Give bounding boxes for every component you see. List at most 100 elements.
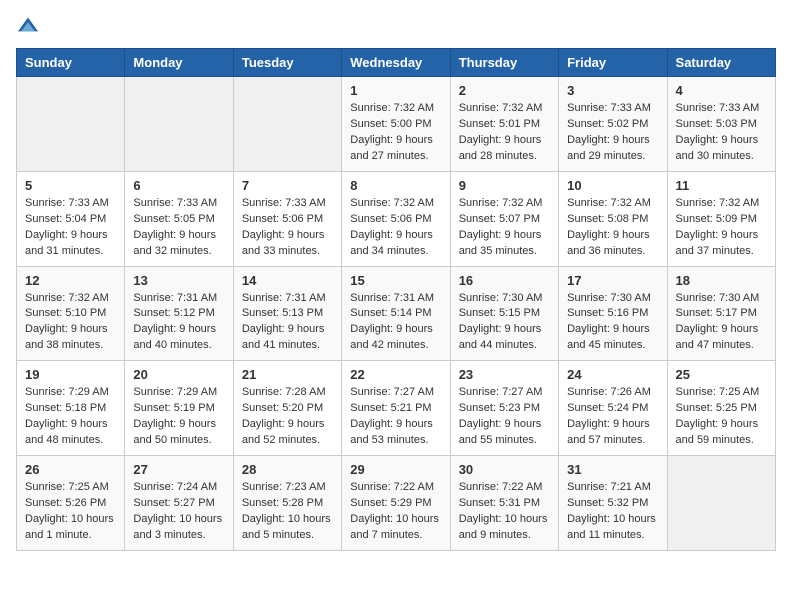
day-number: 10: [567, 178, 658, 193]
sunrise-label: Sunrise: 7:28 AM: [242, 386, 326, 398]
cell-content: Sunrise: 7:33 AM Sunset: 5:03 PM Dayligh…: [676, 101, 767, 165]
day-of-week-header: Tuesday: [233, 49, 341, 77]
sunrise-label: Sunrise: 7:33 AM: [567, 102, 651, 114]
calendar-cell: [233, 77, 341, 172]
calendar-cell: 11 Sunrise: 7:32 AM Sunset: 5:09 PM Dayl…: [667, 171, 775, 266]
calendar-cell: 25 Sunrise: 7:25 AM Sunset: 5:25 PM Dayl…: [667, 361, 775, 456]
sunset-label: Sunset: 5:01 PM: [459, 118, 540, 130]
cell-content: Sunrise: 7:25 AM Sunset: 5:26 PM Dayligh…: [25, 480, 116, 544]
day-number: 23: [459, 367, 550, 382]
cell-content: Sunrise: 7:30 AM Sunset: 5:16 PM Dayligh…: [567, 291, 658, 355]
day-number: 25: [676, 367, 767, 382]
day-number: 22: [350, 367, 441, 382]
daylight-label: Daylight: 9 hours and 35 minutes.: [459, 229, 542, 257]
day-number: 30: [459, 462, 550, 477]
daylight-label: Daylight: 9 hours and 37 minutes.: [676, 229, 759, 257]
day-number: 8: [350, 178, 441, 193]
day-number: 13: [133, 273, 224, 288]
sunrise-label: Sunrise: 7:30 AM: [567, 292, 651, 304]
sunset-label: Sunset: 5:28 PM: [242, 497, 323, 509]
daylight-label: Daylight: 9 hours and 27 minutes.: [350, 134, 433, 162]
sunset-label: Sunset: 5:14 PM: [350, 307, 431, 319]
sunrise-label: Sunrise: 7:26 AM: [567, 386, 651, 398]
daylight-label: Daylight: 9 hours and 45 minutes.: [567, 323, 650, 351]
daylight-label: Daylight: 9 hours and 31 minutes.: [25, 229, 108, 257]
cell-content: Sunrise: 7:32 AM Sunset: 5:07 PM Dayligh…: [459, 196, 550, 260]
day-number: 7: [242, 178, 333, 193]
sunrise-label: Sunrise: 7:33 AM: [133, 197, 217, 209]
calendar-cell: 2 Sunrise: 7:32 AM Sunset: 5:01 PM Dayli…: [450, 77, 558, 172]
sunrise-label: Sunrise: 7:32 AM: [567, 197, 651, 209]
sunset-label: Sunset: 5:03 PM: [676, 118, 757, 130]
calendar-table: SundayMondayTuesdayWednesdayThursdayFrid…: [16, 48, 776, 551]
sunrise-label: Sunrise: 7:32 AM: [676, 197, 760, 209]
calendar-week-row: 5 Sunrise: 7:33 AM Sunset: 5:04 PM Dayli…: [17, 171, 776, 266]
calendar-cell: 14 Sunrise: 7:31 AM Sunset: 5:13 PM Dayl…: [233, 266, 341, 361]
sunrise-label: Sunrise: 7:23 AM: [242, 481, 326, 493]
cell-content: Sunrise: 7:23 AM Sunset: 5:28 PM Dayligh…: [242, 480, 333, 544]
cell-content: Sunrise: 7:24 AM Sunset: 5:27 PM Dayligh…: [133, 480, 224, 544]
calendar-cell: 28 Sunrise: 7:23 AM Sunset: 5:28 PM Dayl…: [233, 456, 341, 551]
cell-content: Sunrise: 7:21 AM Sunset: 5:32 PM Dayligh…: [567, 480, 658, 544]
calendar-cell: [125, 77, 233, 172]
calendar-cell: 23 Sunrise: 7:27 AM Sunset: 5:23 PM Dayl…: [450, 361, 558, 456]
calendar-cell: 17 Sunrise: 7:30 AM Sunset: 5:16 PM Dayl…: [559, 266, 667, 361]
cell-content: Sunrise: 7:27 AM Sunset: 5:23 PM Dayligh…: [459, 385, 550, 449]
calendar-cell: 4 Sunrise: 7:33 AM Sunset: 5:03 PM Dayli…: [667, 77, 775, 172]
calendar-cell: 8 Sunrise: 7:32 AM Sunset: 5:06 PM Dayli…: [342, 171, 450, 266]
cell-content: Sunrise: 7:32 AM Sunset: 5:00 PM Dayligh…: [350, 101, 441, 165]
day-of-week-header: Thursday: [450, 49, 558, 77]
day-number: 15: [350, 273, 441, 288]
daylight-label: Daylight: 9 hours and 34 minutes.: [350, 229, 433, 257]
sunset-label: Sunset: 5:20 PM: [242, 402, 323, 414]
calendar-cell: 12 Sunrise: 7:32 AM Sunset: 5:10 PM Dayl…: [17, 266, 125, 361]
calendar-cell: 1 Sunrise: 7:32 AM Sunset: 5:00 PM Dayli…: [342, 77, 450, 172]
sunrise-label: Sunrise: 7:25 AM: [25, 481, 109, 493]
day-number: 24: [567, 367, 658, 382]
sunset-label: Sunset: 5:18 PM: [25, 402, 106, 414]
sunrise-label: Sunrise: 7:31 AM: [242, 292, 326, 304]
cell-content: Sunrise: 7:32 AM Sunset: 5:06 PM Dayligh…: [350, 196, 441, 260]
day-number: 16: [459, 273, 550, 288]
day-number: 11: [676, 178, 767, 193]
calendar-week-row: 12 Sunrise: 7:32 AM Sunset: 5:10 PM Dayl…: [17, 266, 776, 361]
cell-content: Sunrise: 7:27 AM Sunset: 5:21 PM Dayligh…: [350, 385, 441, 449]
sunrise-label: Sunrise: 7:22 AM: [350, 481, 434, 493]
daylight-label: Daylight: 9 hours and 55 minutes.: [459, 418, 542, 446]
calendar-cell: 29 Sunrise: 7:22 AM Sunset: 5:29 PM Dayl…: [342, 456, 450, 551]
sunrise-label: Sunrise: 7:31 AM: [133, 292, 217, 304]
daylight-label: Daylight: 9 hours and 48 minutes.: [25, 418, 108, 446]
sunset-label: Sunset: 5:15 PM: [459, 307, 540, 319]
calendar-cell: 27 Sunrise: 7:24 AM Sunset: 5:27 PM Dayl…: [125, 456, 233, 551]
sunset-label: Sunset: 5:25 PM: [676, 402, 757, 414]
cell-content: Sunrise: 7:30 AM Sunset: 5:15 PM Dayligh…: [459, 291, 550, 355]
sunrise-label: Sunrise: 7:27 AM: [350, 386, 434, 398]
daylight-label: Daylight: 9 hours and 59 minutes.: [676, 418, 759, 446]
sunrise-label: Sunrise: 7:33 AM: [676, 102, 760, 114]
day-number: 17: [567, 273, 658, 288]
calendar-cell: 21 Sunrise: 7:28 AM Sunset: 5:20 PM Dayl…: [233, 361, 341, 456]
sunrise-label: Sunrise: 7:22 AM: [459, 481, 543, 493]
calendar-cell: 5 Sunrise: 7:33 AM Sunset: 5:04 PM Dayli…: [17, 171, 125, 266]
cell-content: Sunrise: 7:33 AM Sunset: 5:04 PM Dayligh…: [25, 196, 116, 260]
sunset-label: Sunset: 5:05 PM: [133, 213, 214, 225]
daylight-label: Daylight: 10 hours and 5 minutes.: [242, 513, 331, 541]
calendar-body: 1 Sunrise: 7:32 AM Sunset: 5:00 PM Dayli…: [17, 77, 776, 551]
cell-content: Sunrise: 7:29 AM Sunset: 5:18 PM Dayligh…: [25, 385, 116, 449]
day-number: 6: [133, 178, 224, 193]
daylight-label: Daylight: 10 hours and 9 minutes.: [459, 513, 548, 541]
logo: [16, 16, 44, 36]
sunrise-label: Sunrise: 7:25 AM: [676, 386, 760, 398]
daylight-label: Daylight: 9 hours and 29 minutes.: [567, 134, 650, 162]
day-of-week-header: Wednesday: [342, 49, 450, 77]
cell-content: Sunrise: 7:33 AM Sunset: 5:06 PM Dayligh…: [242, 196, 333, 260]
calendar-week-row: 19 Sunrise: 7:29 AM Sunset: 5:18 PM Dayl…: [17, 361, 776, 456]
generalblue-logo-icon: [16, 16, 40, 36]
daylight-label: Daylight: 9 hours and 36 minutes.: [567, 229, 650, 257]
day-number: 27: [133, 462, 224, 477]
sunrise-label: Sunrise: 7:32 AM: [350, 197, 434, 209]
cell-content: Sunrise: 7:22 AM Sunset: 5:31 PM Dayligh…: [459, 480, 550, 544]
calendar-cell: [17, 77, 125, 172]
day-of-week-header: Saturday: [667, 49, 775, 77]
cell-content: Sunrise: 7:31 AM Sunset: 5:13 PM Dayligh…: [242, 291, 333, 355]
